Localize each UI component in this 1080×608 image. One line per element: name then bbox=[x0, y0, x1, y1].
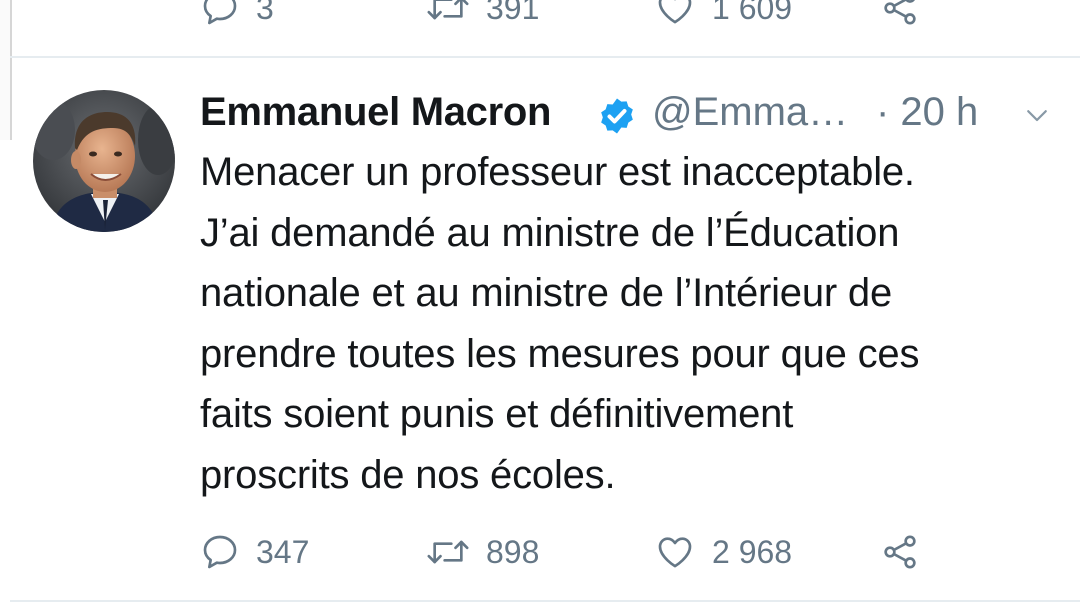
like-count: 2 968 bbox=[712, 533, 793, 570]
verified-badge-icon bbox=[601, 98, 633, 134]
tweet-text-line: proscrits de nos écoles. bbox=[200, 452, 616, 497]
tweet-text: Menacer un professeur est inacceptable. … bbox=[200, 142, 1060, 505]
tweet-timestamp[interactable]: · 20 h bbox=[876, 90, 978, 135]
tweet-text-line: J’ai demandé au ministre de l’Éducation bbox=[200, 210, 900, 255]
previous-retweet-button[interactable]: 391 bbox=[426, 0, 539, 36]
speech-bubble-icon bbox=[203, 0, 237, 25]
share-button[interactable] bbox=[880, 524, 920, 580]
share-nodes-icon bbox=[884, 535, 916, 569]
speech-bubble-icon bbox=[203, 535, 237, 569]
retweet-button[interactable]: 898 bbox=[426, 524, 539, 580]
previous-tweet-actions: 3 391 1 609 bbox=[200, 0, 1020, 26]
heart-icon bbox=[658, 537, 692, 568]
avatar[interactable] bbox=[33, 90, 175, 232]
author-name[interactable]: Emmanuel Macron bbox=[200, 90, 551, 135]
share-nodes-icon bbox=[884, 0, 916, 25]
retweet-count: 898 bbox=[486, 533, 540, 570]
previous-reply-count: 3 bbox=[256, 0, 274, 26]
previous-reply-button[interactable]: 3 bbox=[200, 0, 274, 36]
tweet-divider bbox=[10, 600, 1080, 602]
tweet-text-line: Menacer un professeur est inacceptable. bbox=[200, 150, 915, 194]
tweet-text-line: faits soient punis et définitivement bbox=[200, 392, 794, 436]
previous-like-count: 1 609 bbox=[712, 0, 793, 26]
tweet-header: Emmanuel Macron @Emma… · 20 h bbox=[200, 86, 1060, 142]
tweet-text-line: prendre toutes les mesures pour que ces bbox=[200, 331, 920, 376]
tweet-timeline: 3 391 1 609 Emmanuel Macron @Emma… · 20 … bbox=[0, 0, 1080, 608]
retweet-arrows-icon bbox=[427, 540, 469, 564]
reply-button[interactable]: 347 bbox=[200, 524, 309, 580]
tweet-text-line: nationale et au ministre de l’Intérieur … bbox=[200, 271, 893, 315]
chevron-down-icon[interactable] bbox=[1020, 100, 1054, 130]
previous-like-button[interactable]: 1 609 bbox=[654, 0, 792, 36]
profile-photo-icon bbox=[33, 90, 175, 232]
previous-retweet-count: 391 bbox=[486, 0, 540, 26]
previous-share-button[interactable] bbox=[880, 0, 920, 36]
author-handle[interactable]: @Emma… bbox=[652, 90, 848, 135]
heart-icon bbox=[658, 0, 692, 24]
tweet-actions: 347 898 2 968 bbox=[200, 524, 1020, 580]
left-panel-edge bbox=[0, 0, 12, 140]
retweet-arrows-icon bbox=[427, 0, 469, 20]
like-button[interactable]: 2 968 bbox=[654, 524, 792, 580]
reply-count: 347 bbox=[256, 533, 310, 570]
tweet-divider bbox=[10, 56, 1080, 58]
